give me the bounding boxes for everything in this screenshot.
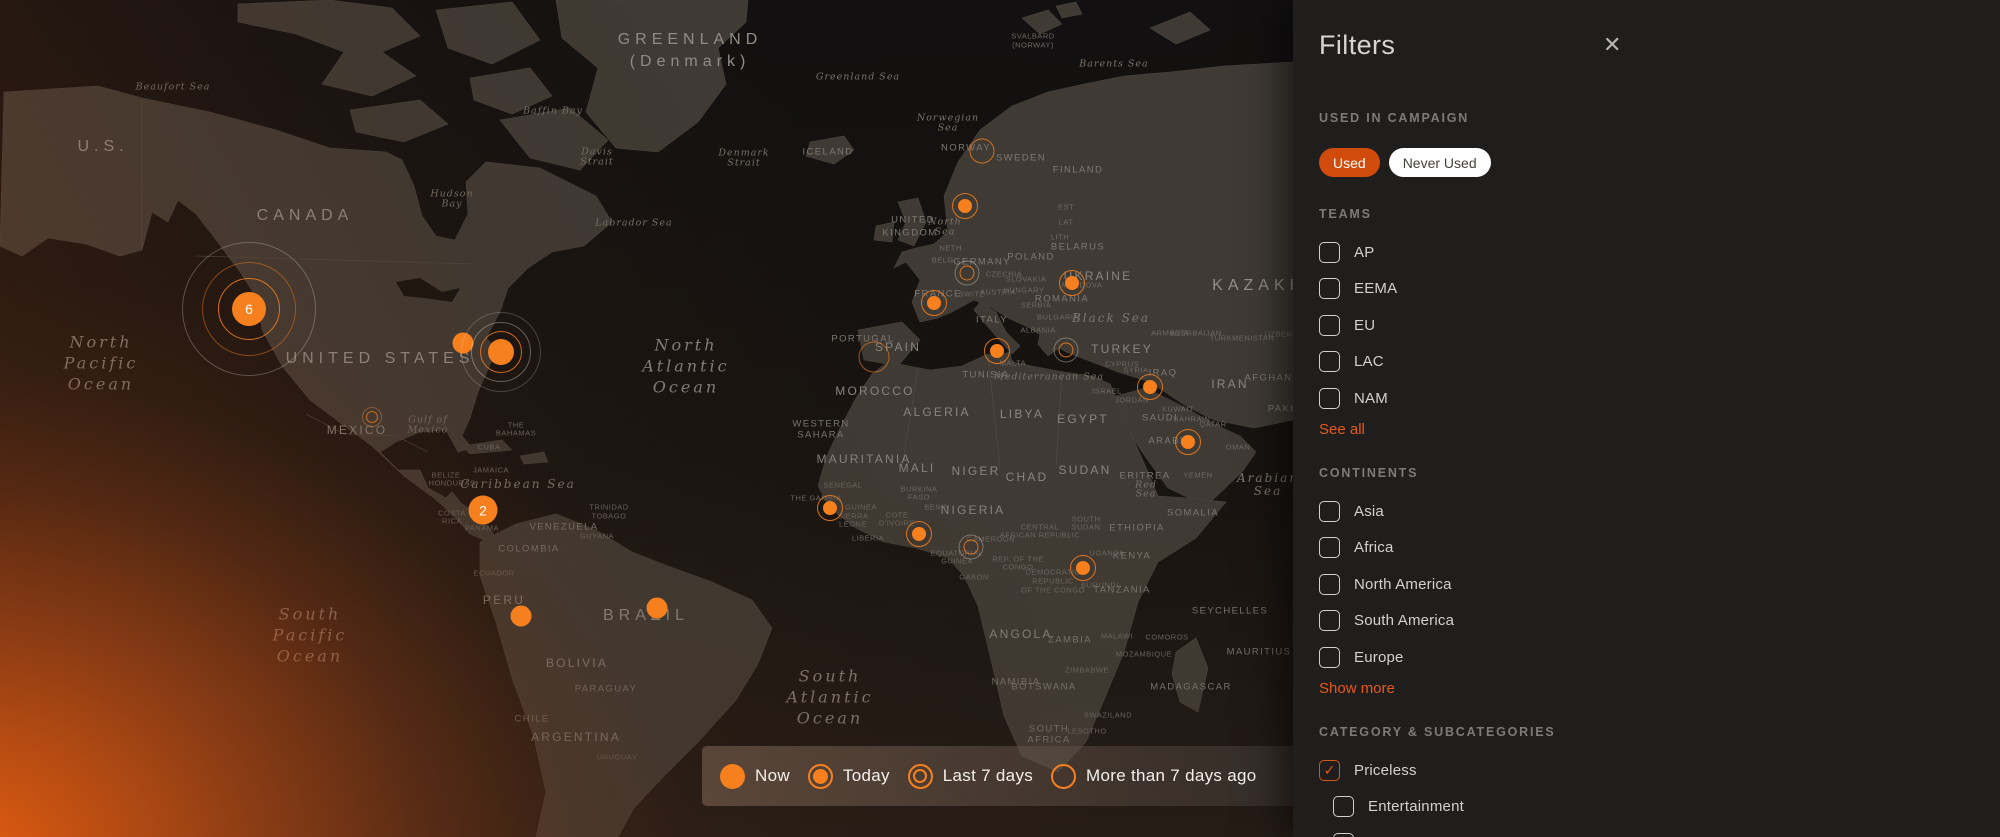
map-marker-ring1[interactable] [970, 139, 995, 164]
map-marker-today[interactable] [823, 501, 837, 515]
used-pill[interactable]: Used [1319, 148, 1380, 177]
checkbox[interactable] [1319, 278, 1340, 299]
map-marker-today[interactable] [1065, 276, 1079, 290]
teams-heading: TEAMS [1319, 207, 1372, 221]
map-marker-cluster-east[interactable] [488, 339, 514, 365]
never-used-pill[interactable]: Never Used [1389, 148, 1491, 177]
categories-list: ✓ Priceless Entertainment [1319, 752, 1464, 837]
checkbox[interactable] [1319, 501, 1340, 522]
legend-item: Now [720, 764, 790, 789]
checkbox-row-eu[interactable]: EU [1319, 307, 1397, 344]
checkbox-row-partial[interactable] [1319, 825, 1464, 837]
checkbox-row-africa[interactable]: Africa [1319, 530, 1454, 567]
checkbox[interactable] [1333, 796, 1354, 817]
checkbox-label: Africa [1340, 539, 1394, 556]
checkbox-row-asia[interactable]: Asia [1319, 493, 1454, 530]
checkbox-row-entertainment[interactable]: Entertainment [1319, 789, 1464, 826]
legend-label: Today [843, 766, 890, 786]
close-icon[interactable]: ✕ [1603, 32, 1621, 58]
continents-heading: CONTINENTS [1319, 466, 1418, 480]
checkbox-label: North America [1340, 576, 1452, 593]
show-more-link[interactable]: Show more [1319, 680, 1395, 697]
continents-list: Asia Africa North America South America Euro… [1319, 493, 1454, 676]
map-marker-today[interactable] [927, 296, 941, 310]
checkbox[interactable] [1319, 574, 1340, 595]
checkbox[interactable] [1319, 351, 1340, 372]
categories-heading: CATEGORY & SUBCATEGORIES [1319, 725, 1556, 739]
legend-item: Today [808, 764, 890, 789]
filters-title: Filters [1319, 30, 1395, 61]
checkbox-label: Priceless [1340, 762, 1417, 779]
today-legend-icon [808, 764, 833, 789]
app: U.S.CANADAGREENLAND(Denmark)UNITED STATE… [0, 0, 2000, 837]
map-marker-ring2-sm[interactable] [366, 411, 378, 423]
checkbox[interactable] [1319, 610, 1340, 631]
map-marker-ring2[interactable] [960, 266, 975, 281]
map-marker-today[interactable] [1181, 435, 1195, 449]
checkbox-row-south-america[interactable]: South America [1319, 603, 1454, 640]
checkbox-label: AP [1340, 244, 1374, 261]
checkbox-label: Entertainment [1354, 798, 1464, 815]
checkbox-label: South America [1340, 612, 1454, 629]
now-legend-icon [720, 764, 745, 789]
map-marker-today[interactable] [1076, 561, 1090, 575]
map-marker-cluster2[interactable]: 2 [469, 496, 498, 525]
map-marker-today[interactable] [912, 527, 926, 541]
legend-label: Now [755, 766, 790, 786]
checkbox-label: Asia [1340, 503, 1384, 520]
last7-legend-icon [908, 764, 933, 789]
checkbox[interactable] [1333, 833, 1354, 837]
legend-item: Last 7 days [908, 764, 1033, 789]
campaign-toggle: Used Never Used [1319, 148, 1491, 177]
check-icon: ✓ [1324, 763, 1336, 777]
world-map[interactable]: U.S.CANADAGREENLAND(Denmark)UNITED STATE… [0, 0, 1293, 837]
map-marker-today[interactable] [1143, 380, 1157, 394]
map-marker-today[interactable] [990, 344, 1004, 358]
checkbox-row-eema[interactable]: EEMA [1319, 271, 1397, 308]
checkbox-row-north-america[interactable]: North America [1319, 566, 1454, 603]
cluster-count: 6 [245, 301, 253, 317]
checkbox-label: EU [1340, 317, 1375, 334]
marker-outer-ring [461, 312, 541, 392]
map-marker-layer: 62 [0, 0, 1293, 837]
map-marker-cluster6[interactable]: 6 [232, 292, 266, 326]
legend-item: More than 7 days ago [1051, 764, 1256, 789]
checkbox-row-nam[interactable]: NAM [1319, 380, 1397, 417]
map-marker-ring2[interactable] [964, 540, 979, 555]
teams-list: AP EEMA EU LAC NAM [1319, 234, 1397, 417]
checkbox-label: LAC [1340, 353, 1384, 370]
map-legend: Now Today Last 7 days More than 7 days ago [702, 746, 1293, 806]
used-in-campaign-heading: USED IN CAMPAIGN [1319, 111, 1469, 125]
cluster-count: 2 [479, 502, 487, 518]
older-legend-icon [1051, 764, 1076, 789]
checkbox[interactable] [1319, 315, 1340, 336]
checkbox-label: NAM [1340, 390, 1388, 407]
map-marker-now[interactable] [511, 606, 532, 627]
checkbox-row-priceless[interactable]: ✓ Priceless [1319, 752, 1464, 789]
checked-checkbox[interactable]: ✓ [1319, 760, 1340, 781]
map-marker-now[interactable] [647, 598, 668, 619]
checkbox[interactable] [1319, 388, 1340, 409]
checkbox[interactable] [1319, 242, 1340, 263]
checkbox-row-lac[interactable]: LAC [1319, 344, 1397, 381]
checkbox-label: Europe [1340, 649, 1404, 666]
filters-panel: Filters ✕ USED IN CAMPAIGN Used Never Us… [1293, 0, 2000, 837]
map-marker-ring1-lg[interactable] [859, 342, 890, 373]
map-marker-ring2[interactable] [1059, 343, 1074, 358]
checkbox-row-europe[interactable]: Europe [1319, 639, 1454, 676]
legend-label: Last 7 days [943, 766, 1033, 786]
map-marker-today[interactable] [958, 199, 972, 213]
see-all-link[interactable]: See all [1319, 421, 1365, 438]
checkbox-row-ap[interactable]: AP [1319, 234, 1397, 271]
legend-label: More than 7 days ago [1086, 766, 1256, 786]
checkbox[interactable] [1319, 647, 1340, 668]
checkbox-label: EEMA [1340, 280, 1397, 297]
checkbox[interactable] [1319, 537, 1340, 558]
